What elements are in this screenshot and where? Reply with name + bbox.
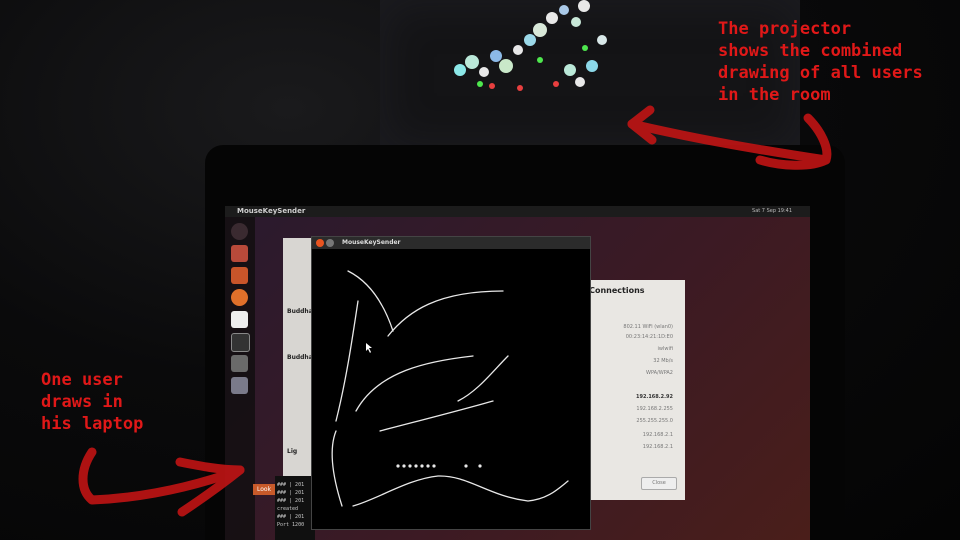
photo-scene: The projector shows the combined drawing…	[0, 0, 960, 540]
annotation-arrows	[78, 105, 832, 517]
projector-arrow	[627, 119, 831, 165]
